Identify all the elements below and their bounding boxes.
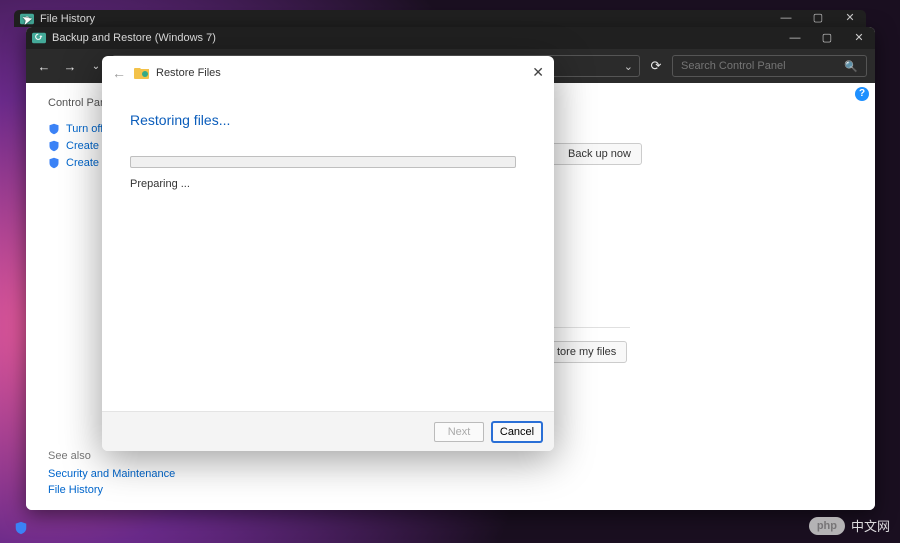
dialog-titlebar: ← Restore Files ✕ [102, 56, 554, 90]
close-button[interactable]: ✕ [843, 27, 875, 49]
dialog-back-button[interactable]: ← [112, 65, 126, 81]
nav-forward-button[interactable]: → [60, 59, 80, 74]
file-history-title: File History [40, 13, 95, 25]
watermark-text: 中文网 [851, 516, 890, 535]
progress-status-text: Preparing ... [130, 178, 526, 190]
file-history-window-titlebar: File History — ▢ ✕ [14, 10, 866, 27]
dialog-heading: Restoring files... [130, 112, 526, 128]
address-dropdown-icon[interactable]: ⌄ [624, 60, 633, 73]
backup-now-label: Back up now [568, 148, 631, 160]
minimize-button[interactable]: — [770, 10, 802, 27]
window-controls: — ▢ ✕ [770, 10, 866, 27]
php-badge: php [809, 517, 845, 535]
see-also-header: See also [48, 450, 175, 462]
window-controls: — ▢ ✕ [779, 27, 875, 49]
search-input[interactable] [681, 60, 844, 72]
see-also-section: See also Security and Maintenance File H… [48, 450, 175, 500]
see-also-file-history-link[interactable]: File History [48, 484, 175, 496]
search-box[interactable]: 🔍 [672, 55, 867, 77]
watermark: php 中文网 [809, 516, 890, 535]
folder-restore-icon [134, 66, 150, 80]
info-badge-icon[interactable]: ? [855, 87, 869, 101]
backup-restore-titlebar: Backup and Restore (Windows 7) — ▢ ✕ [26, 27, 875, 49]
restore-my-files-button[interactable]: tore my files [546, 341, 627, 363]
refresh-button[interactable]: ⟳ [646, 58, 666, 74]
backup-now-button[interactable]: Back up now [545, 143, 642, 165]
maximize-button[interactable]: ▢ [802, 10, 834, 27]
next-button: Next [434, 422, 484, 442]
search-icon[interactable]: 🔍 [844, 60, 858, 73]
minimize-button[interactable]: — [779, 27, 811, 49]
shield-icon [48, 123, 60, 135]
dialog-close-button[interactable]: ✕ [532, 64, 544, 81]
restore-my-files-label: tore my files [557, 346, 616, 358]
nav-back-button[interactable]: ← [34, 59, 54, 74]
dialog-title: Restore Files [156, 67, 221, 79]
close-button[interactable]: ✕ [834, 10, 866, 27]
dialog-body: Restoring files... Preparing ... [102, 90, 554, 411]
cancel-button[interactable]: Cancel [492, 422, 542, 442]
backup-restore-icon [32, 31, 46, 45]
restore-files-dialog: ← Restore Files ✕ Restoring files... Pre… [102, 56, 554, 451]
backup-restore-title: Backup and Restore (Windows 7) [52, 32, 216, 44]
shield-icon [48, 140, 60, 152]
dialog-footer: Next Cancel [102, 411, 554, 451]
see-also-security-link[interactable]: Security and Maintenance [48, 468, 175, 480]
shield-icon [48, 157, 60, 169]
progress-bar [130, 156, 516, 168]
maximize-button[interactable]: ▢ [811, 27, 843, 49]
taskbar-shield-icon[interactable] [14, 521, 28, 535]
